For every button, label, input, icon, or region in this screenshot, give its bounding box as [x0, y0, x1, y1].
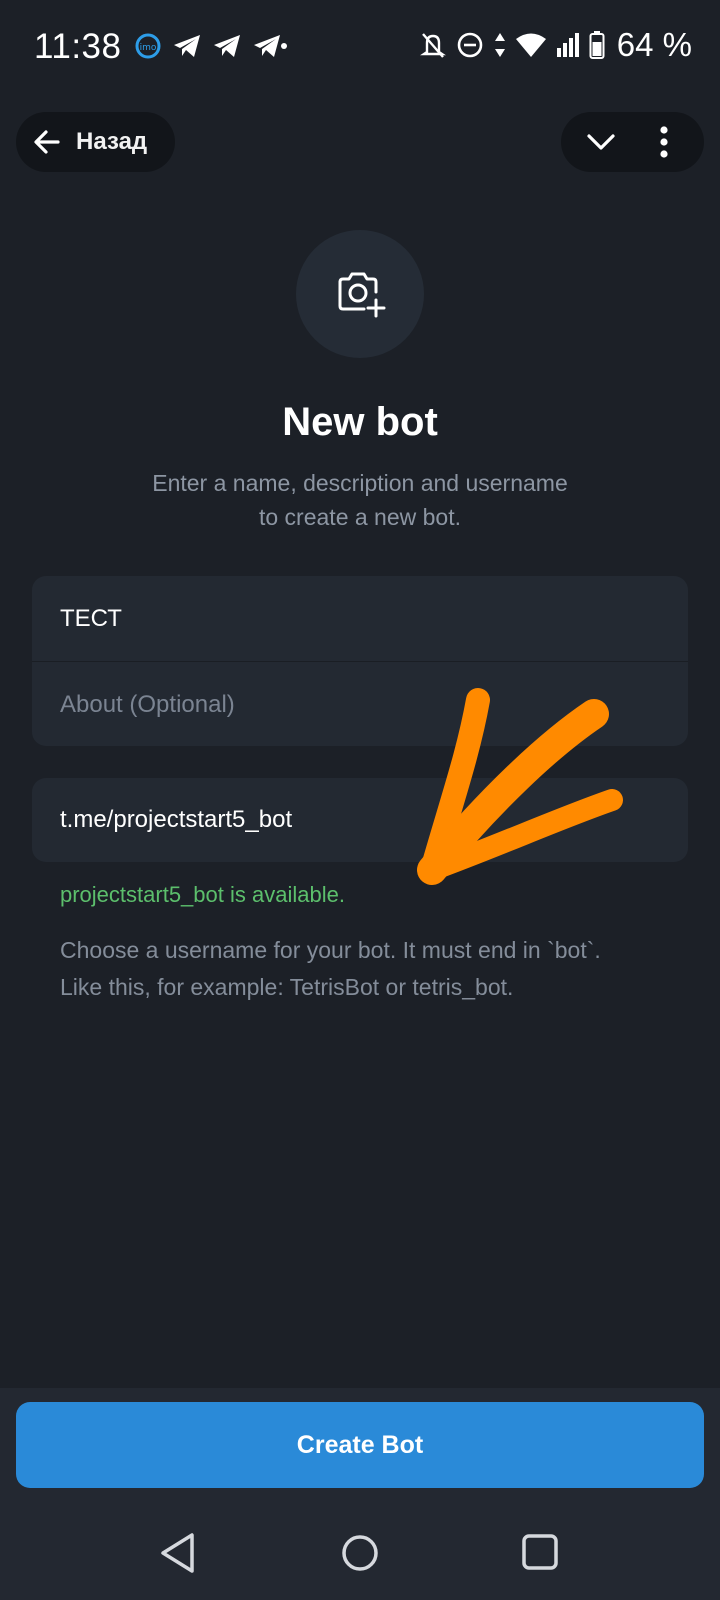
notification-icons: imo [134, 32, 288, 60]
hint-line: Choose a username for your bot. It must … [60, 937, 601, 963]
top-bar: Назад [16, 112, 704, 172]
more-options-icon[interactable] [656, 125, 672, 159]
availability-status: projectstart5_bot is available. [60, 882, 345, 907]
header-actions [561, 112, 704, 172]
chevron-down-icon[interactable] [585, 126, 617, 158]
data-arrows-icon [494, 33, 505, 57]
page-subtitle: Enter a name, description and username t… [110, 466, 610, 534]
back-button[interactable]: Назад [16, 112, 175, 172]
telegram-icon [174, 35, 200, 57]
bot-info-card: ТЕСТ About (Optional) [32, 576, 688, 746]
battery-icon [589, 31, 605, 59]
telegram-icon [214, 35, 240, 57]
set-photo-button[interactable] [296, 230, 424, 358]
imo-icon: imo [135, 33, 161, 59]
nav-home-icon[interactable] [340, 1530, 380, 1576]
camera-add-icon [338, 272, 386, 318]
arrow-left-icon [34, 130, 60, 154]
bot-username-input[interactable]: t.me/projectstart5_bot [32, 778, 688, 862]
signal-icon [556, 33, 579, 57]
wifi-icon [515, 33, 546, 57]
nav-back-icon[interactable] [158, 1530, 198, 1576]
page-title: New bot [282, 400, 438, 444]
back-label: Назад [76, 128, 148, 155]
battery-percent: 64 % [616, 26, 692, 63]
status-time: 11:38 [34, 27, 122, 66]
bot-name-input[interactable]: ТЕСТ [32, 576, 688, 662]
svg-text:imo: imo [140, 43, 157, 53]
username-hint: Choose a username for your bot. It must … [60, 932, 700, 1006]
create-bot-button[interactable]: Create Bot [16, 1402, 704, 1488]
system-nav-bar [0, 1510, 720, 1600]
bot-about-input[interactable]: About (Optional) [32, 662, 688, 746]
subtitle-line: Enter a name, description and username [152, 470, 568, 496]
status-bar: 11:38 imo 64 % [0, 0, 720, 96]
system-icons: 64 % [419, 26, 692, 64]
telegram-icon [254, 35, 287, 57]
hint-line: Like this, for example: TetrisBot or tet… [60, 974, 514, 1000]
mute-icon [419, 33, 446, 58]
subtitle-line: to create a new bot. [258, 504, 461, 530]
nav-recents-icon[interactable] [520, 1532, 560, 1574]
dnd-icon [457, 32, 483, 58]
